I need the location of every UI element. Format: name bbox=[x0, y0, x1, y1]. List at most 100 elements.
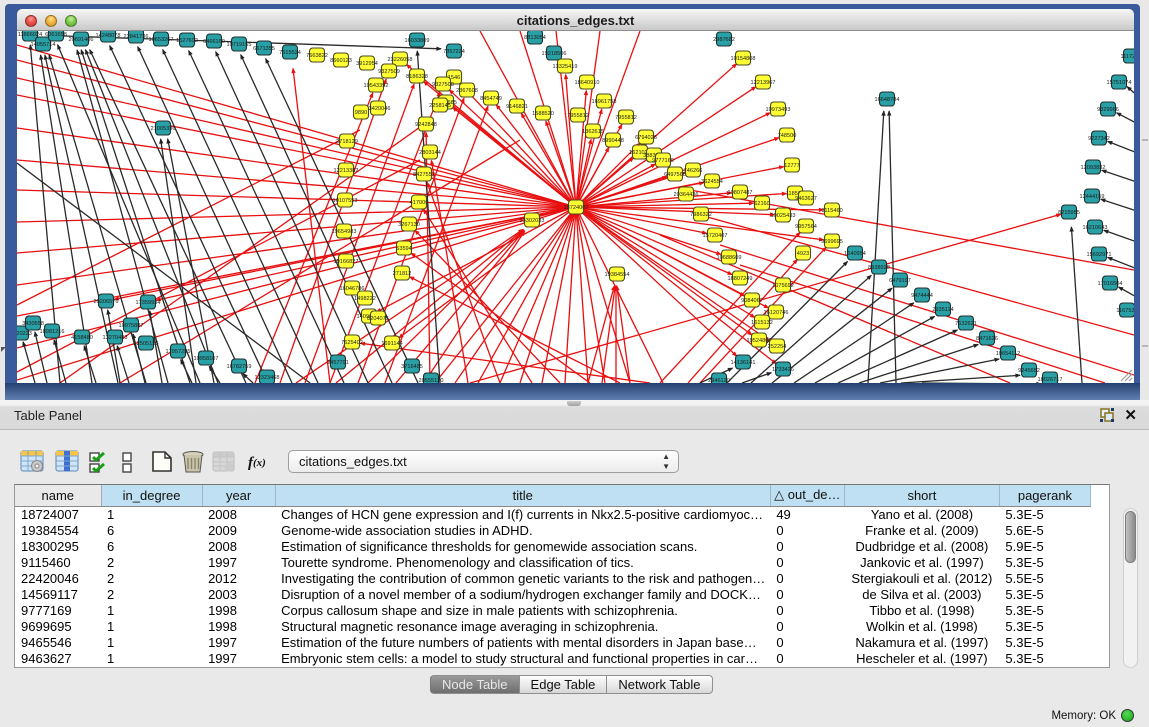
svg-text:21005336: 21005336 bbox=[151, 126, 176, 132]
svg-text:10543392: 10543392 bbox=[364, 83, 389, 89]
svg-text:19218506: 19218506 bbox=[542, 51, 567, 57]
svg-text:1588520: 1588520 bbox=[532, 111, 554, 117]
svg-text:20691406: 20691406 bbox=[69, 37, 94, 43]
svg-text:3716485: 3716485 bbox=[401, 364, 423, 370]
svg-text:1733426: 1733426 bbox=[772, 367, 794, 373]
svg-text:8660123: 8660123 bbox=[330, 58, 352, 64]
svg-text:14248078: 14248078 bbox=[96, 33, 121, 39]
svg-text:2367608: 2367608 bbox=[456, 88, 478, 94]
svg-text:8990448: 8990448 bbox=[602, 138, 624, 144]
svg-text:20364436: 20364436 bbox=[674, 192, 699, 198]
svg-text:7357224: 7357224 bbox=[443, 49, 465, 55]
svg-text:1691144: 1691144 bbox=[381, 341, 402, 347]
svg-text:3912954: 3912954 bbox=[356, 61, 378, 67]
svg-text:13325419: 13325419 bbox=[553, 64, 578, 70]
svg-text:15751074: 15751074 bbox=[1107, 80, 1132, 86]
svg-text:9890: 9890 bbox=[355, 110, 367, 116]
svg-text:9242848: 9242848 bbox=[415, 122, 437, 128]
svg-text:18981216: 18981216 bbox=[40, 329, 65, 335]
svg-text:10719155: 10719155 bbox=[227, 42, 252, 48]
svg-text:8454749: 8454749 bbox=[480, 96, 502, 102]
svg-text:17016504: 17016504 bbox=[1098, 281, 1123, 287]
svg-text:4158480: 4158480 bbox=[71, 335, 93, 341]
svg-text:7986322: 7986322 bbox=[690, 212, 712, 218]
svg-text:10975887: 10975887 bbox=[119, 323, 144, 329]
svg-text:18724007: 18724007 bbox=[564, 205, 589, 211]
svg-text:271812: 271812 bbox=[393, 271, 412, 277]
svg-text:3267130: 3267130 bbox=[398, 222, 420, 228]
svg-text:14055714: 14055714 bbox=[31, 42, 56, 48]
svg-text:9146821: 9146821 bbox=[506, 104, 528, 110]
svg-text:19654983: 19654983 bbox=[332, 229, 357, 235]
svg-text:18640910: 18640910 bbox=[575, 80, 600, 86]
svg-text:10154808: 10154808 bbox=[731, 56, 756, 62]
svg-text:16033809: 16033809 bbox=[405, 38, 430, 44]
svg-text:10807487: 10807487 bbox=[728, 190, 753, 196]
svg-text:8215955: 8215955 bbox=[1058, 210, 1080, 216]
svg-text:62160: 62160 bbox=[754, 201, 770, 207]
svg-text:18807249: 18807249 bbox=[728, 276, 753, 282]
svg-text:2718129: 2718129 bbox=[336, 139, 358, 145]
svg-text:12777: 12777 bbox=[784, 163, 800, 169]
svg-text:1527602: 1527602 bbox=[176, 38, 198, 44]
svg-text:2803144: 2803144 bbox=[419, 150, 441, 156]
svg-text:1117204: 1117204 bbox=[1121, 54, 1134, 60]
svg-text:12093832: 12093832 bbox=[1081, 165, 1106, 171]
svg-text:7632621: 7632621 bbox=[955, 321, 977, 327]
svg-text:1615132: 1615132 bbox=[751, 320, 773, 326]
svg-text:2620223: 2620223 bbox=[17, 331, 32, 337]
svg-text:23420046: 23420046 bbox=[366, 106, 391, 112]
svg-text:252254: 252254 bbox=[768, 344, 787, 350]
svg-text:17359934: 17359934 bbox=[136, 300, 161, 306]
svg-text:7663822: 7663822 bbox=[306, 53, 328, 59]
svg-text:1640954: 1640954 bbox=[844, 251, 866, 257]
svg-text:19166827: 19166827 bbox=[334, 259, 359, 265]
svg-text:1362615: 1362615 bbox=[582, 129, 604, 135]
svg-text:8813054: 8813054 bbox=[524, 35, 546, 41]
svg-text:9084067: 9084067 bbox=[741, 298, 763, 304]
svg-text:9329966: 9329966 bbox=[1097, 107, 1119, 113]
svg-text:9777169: 9777169 bbox=[652, 158, 674, 164]
svg-text:10958107: 10958107 bbox=[194, 356, 219, 362]
svg-text:1075692: 1075692 bbox=[772, 283, 794, 289]
svg-text:6479197: 6479197 bbox=[889, 278, 911, 284]
svg-text:9457791: 9457791 bbox=[327, 360, 349, 366]
svg-text:9463627: 9463627 bbox=[795, 196, 817, 202]
svg-text:4923: 4923 bbox=[797, 251, 809, 257]
svg-text:13270483: 13270483 bbox=[103, 335, 128, 341]
svg-text:16648784: 16648784 bbox=[875, 97, 900, 103]
svg-text:9115460: 9115460 bbox=[821, 208, 842, 214]
svg-text:16961758: 16961758 bbox=[592, 99, 617, 105]
svg-text:(x): (x) bbox=[253, 457, 266, 469]
svg-text:10653267: 10653267 bbox=[149, 37, 174, 43]
svg-text:12213967: 12213967 bbox=[751, 80, 776, 86]
svg-text:6794028: 6794028 bbox=[635, 135, 657, 141]
svg-text:12505135: 12505135 bbox=[134, 341, 159, 347]
svg-text:17957255: 17957255 bbox=[166, 349, 191, 355]
svg-text:6061658: 6061658 bbox=[45, 32, 67, 38]
svg-text:746266: 746266 bbox=[684, 168, 703, 174]
svg-text:8938928: 8938928 bbox=[868, 265, 890, 271]
svg-text:15720407: 15720407 bbox=[703, 233, 728, 239]
svg-text:14136141: 14136141 bbox=[731, 360, 756, 366]
svg-text:9474444: 9474444 bbox=[911, 293, 933, 299]
svg-text:9327508: 9327508 bbox=[432, 82, 454, 88]
svg-text:7515524: 7515524 bbox=[279, 50, 301, 56]
svg-text:53594: 53594 bbox=[396, 246, 412, 252]
svg-text:6466160: 6466160 bbox=[203, 39, 225, 45]
svg-text:10107553: 10107553 bbox=[333, 198, 358, 204]
svg-text:16782759: 16782759 bbox=[227, 364, 252, 370]
svg-text:12323468: 12323468 bbox=[255, 375, 280, 381]
svg-text:10688609: 10688609 bbox=[717, 255, 742, 261]
svg-text:6671355: 6671355 bbox=[253, 46, 275, 52]
svg-text:22841736: 22841736 bbox=[124, 34, 149, 40]
svg-text:9699695: 9699695 bbox=[821, 239, 843, 245]
svg-text:748500: 748500 bbox=[778, 133, 797, 139]
svg-text:2987682: 2987682 bbox=[713, 37, 735, 43]
svg-text:16210643: 16210643 bbox=[1083, 225, 1108, 231]
svg-text:1167534: 1167534 bbox=[1116, 308, 1134, 314]
svg-text:417006: 417006 bbox=[410, 200, 429, 206]
svg-text:10025433: 10025433 bbox=[771, 213, 796, 219]
svg-text:2935114: 2935114 bbox=[932, 307, 953, 313]
svg-text:3624554: 3624554 bbox=[701, 179, 723, 185]
